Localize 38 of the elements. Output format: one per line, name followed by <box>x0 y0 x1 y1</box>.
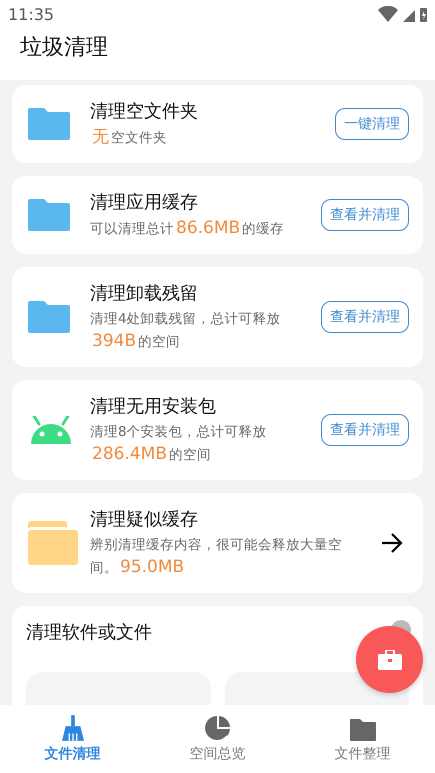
size-amount: 无 <box>92 127 109 147</box>
card-description: 辨别清理缓存内容，很可能会释放大量空 <box>90 537 342 553</box>
briefcase-icon <box>378 650 402 670</box>
page-title: 垃圾清理 <box>20 34 108 62</box>
broom-icon <box>62 715 84 741</box>
folder-icon <box>28 199 70 231</box>
size-amount: 95.0MB <box>120 557 184 577</box>
card-description: 的空间 <box>169 447 211 463</box>
folder-icon <box>28 521 78 565</box>
arrow-right-icon[interactable] <box>381 533 403 553</box>
android-icon <box>28 416 74 444</box>
nav-tab[interactable]: 文件清理 <box>0 705 145 773</box>
size-amount: 86.6MB <box>176 218 240 238</box>
card-title: 清理疑似缓存 <box>90 508 199 531</box>
size-amount: 286.4MB <box>92 444 167 464</box>
clean-button[interactable]: 查看并清理 <box>321 199 409 231</box>
card-description: 清理8个安装包，总计可释放 <box>90 424 267 440</box>
card-description: 空文件夹 <box>111 130 167 146</box>
folder-icon <box>28 108 70 140</box>
card-description: 的缓存 <box>242 221 284 237</box>
card-description: 的空间 <box>138 334 180 350</box>
nav-tab[interactable]: 文件整理 <box>290 705 435 773</box>
card-title: 清理空文件夹 <box>90 100 199 123</box>
nav-tab[interactable]: 空间总览 <box>145 705 290 773</box>
section-title: 清理软件或文件 <box>26 621 152 644</box>
card-description: 可以清理总计 <box>90 221 174 237</box>
clean-button[interactable]: 查看并清理 <box>321 301 409 333</box>
card-title: 清理无用安装包 <box>90 395 217 418</box>
status-time: 11:35 <box>8 4 54 24</box>
card-title: 清理卸载残留 <box>90 282 199 305</box>
status-icons <box>378 6 428 22</box>
size-amount: 394B <box>92 331 136 351</box>
card-description: 间。 <box>90 560 118 576</box>
clean-button[interactable]: 查看并清理 <box>321 414 409 446</box>
folder-icon <box>28 301 70 333</box>
clean-button[interactable]: 一键清理 <box>335 108 409 140</box>
card-description: 清理4处卸载残留，总计可释放 <box>90 311 281 327</box>
card-title: 清理应用缓存 <box>90 191 199 214</box>
